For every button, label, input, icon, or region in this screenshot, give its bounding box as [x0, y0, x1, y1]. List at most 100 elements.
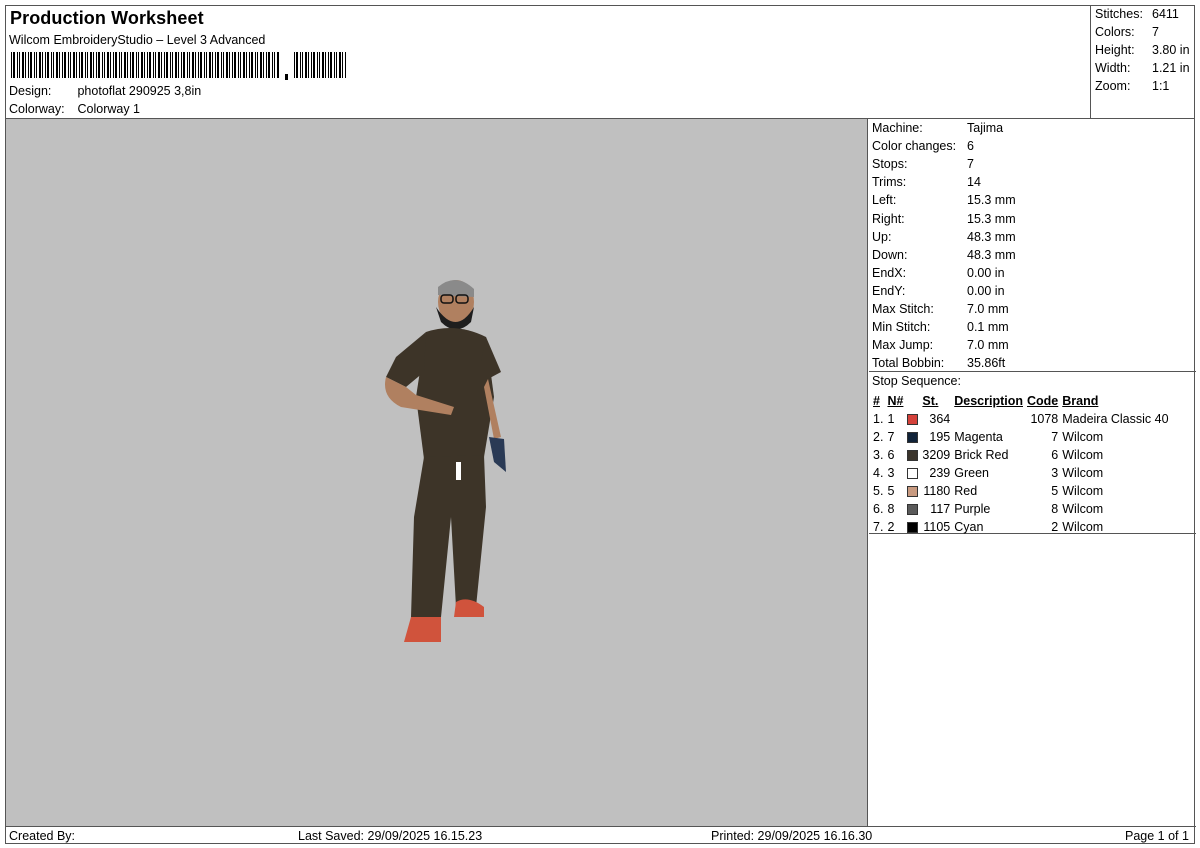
figure-shirt — [416, 328, 494, 459]
stop-description: Purple — [954, 502, 991, 516]
stop-needle: 6 — [887, 448, 895, 462]
barcode-bar — [181, 52, 182, 78]
barcode-bar — [200, 52, 202, 78]
machine-label: Up: — [872, 229, 892, 244]
barcode-bar — [234, 52, 236, 78]
stop-needle: 1 — [887, 412, 895, 426]
stop-brand: Wilcom — [1062, 502, 1104, 516]
barcode-bar — [342, 52, 343, 78]
stop-stitches: 1180 — [923, 484, 951, 498]
barcode-bar — [39, 52, 41, 78]
barcode-bar — [212, 52, 213, 78]
barcode-bar — [13, 52, 15, 78]
table-row: 2. 7 195 Magenta 7 Wilcom — [871, 428, 1171, 446]
color-swatch-cell — [905, 482, 920, 500]
worksheet-footer: Created By: Last Saved: 29/09/2025 16.15… — [6, 826, 1196, 845]
barcode-bar — [113, 52, 114, 78]
barcode-bar — [296, 52, 298, 78]
barcode-bar — [59, 52, 60, 78]
barcode-bar — [73, 52, 75, 78]
barcode-bar — [98, 52, 100, 78]
machine-row: Color changes: 6 — [872, 139, 974, 153]
barcode-bar — [215, 52, 216, 78]
figure-right-shoe — [454, 599, 484, 617]
stop-description: Brick Red — [954, 448, 1009, 462]
column-needle: N# — [887, 394, 904, 408]
colorway-value: Colorway 1 — [77, 102, 141, 116]
machine-value: Tajima — [967, 121, 1004, 135]
barcode-bar — [249, 52, 250, 78]
stop-index: 2. — [873, 430, 884, 444]
zoom-label: Zoom: — [1095, 79, 1131, 93]
machine-value: 0.00 in — [967, 265, 1005, 280]
machine-value: 7 — [967, 157, 974, 172]
colorway-row: Colorway: Colorway 1 — [9, 102, 140, 116]
machine-row: Max Jump: 7.0 mm — [872, 338, 1009, 352]
barcode-bar — [102, 52, 103, 78]
stop-code: 7 — [1051, 430, 1059, 444]
barcode-bar — [204, 52, 205, 78]
barcode-bar — [217, 52, 219, 78]
barcode-bar — [107, 52, 109, 78]
machine-label: Max Jump: — [872, 338, 934, 353]
color-swatch-cell — [905, 428, 920, 446]
barcode-bar — [266, 52, 267, 78]
barcode-bar — [124, 52, 126, 78]
color-swatch-cell — [905, 464, 920, 482]
machine-label: Total Bobbin: — [872, 356, 945, 371]
barcode-bar — [147, 52, 148, 78]
zoom-value: 1:1 — [1152, 79, 1170, 93]
barcode-bar — [319, 52, 320, 78]
barcode-bar — [127, 52, 128, 78]
barcode-bar — [45, 52, 46, 78]
barcode-bar — [317, 52, 318, 78]
barcode-bar — [79, 52, 80, 78]
stop-description: Green — [954, 466, 989, 480]
table-row: 5. 5 1180 Red 5 Wilcom — [871, 482, 1171, 500]
machine-value: 35.86ft — [967, 356, 1006, 371]
barcode-bar — [76, 52, 77, 78]
stop-brand: Wilcom — [1062, 466, 1104, 480]
barcode-bar — [132, 52, 134, 78]
barcode-bar — [138, 52, 139, 78]
figure-object — [489, 437, 506, 472]
barcode-bar — [240, 52, 241, 78]
machine-label: Max Stitch: — [872, 302, 934, 316]
barcode-bar — [272, 52, 273, 78]
machine-row: Left: 15.3 mm — [872, 193, 1016, 207]
machine-label: Stops: — [872, 157, 908, 172]
stop-brand: Madeira Classic 40 — [1062, 412, 1169, 426]
column-stitches: St. — [922, 394, 939, 408]
stitches-row: Stitches: 6411 — [1095, 7, 1179, 21]
machine-label: Right: — [872, 211, 905, 226]
barcode-bar — [251, 52, 253, 78]
height-value: 3.80 in — [1152, 43, 1190, 57]
machine-row: Right: 15.3 mm — [872, 212, 1016, 226]
page-title: Production Worksheet — [10, 8, 204, 28]
machine-label: Trims: — [872, 175, 907, 190]
machine-row: Total Bobbin: 35.86ft — [872, 356, 1005, 370]
color-swatch — [907, 414, 919, 426]
stop-code: 2 — [1051, 520, 1059, 534]
barcode-bar — [153, 52, 154, 78]
barcode-bar — [183, 52, 185, 78]
barcode-bar — [155, 52, 156, 78]
design-row: Design: photoflat 290925 3,8in — [9, 84, 201, 98]
barcode-bar — [255, 52, 256, 78]
barcode-separator — [285, 74, 288, 80]
barcode-bar — [93, 52, 94, 78]
machine-label: Machine: — [872, 121, 923, 135]
machine-label: Left: — [872, 193, 897, 208]
stop-brand: Wilcom — [1062, 520, 1104, 534]
barcode-bar — [175, 52, 177, 78]
barcode-bar — [226, 52, 228, 78]
stop-index: 5. — [873, 484, 884, 498]
barcode-bar — [144, 52, 145, 78]
machine-row: Up: 48.3 mm — [872, 230, 1016, 244]
created-by: Created By: — [9, 829, 76, 843]
column-index: # — [873, 394, 880, 408]
color-swatch — [907, 468, 919, 480]
column-description: Description — [954, 394, 1023, 408]
stop-index: 7. — [873, 520, 884, 534]
barcode-bar — [11, 52, 12, 78]
